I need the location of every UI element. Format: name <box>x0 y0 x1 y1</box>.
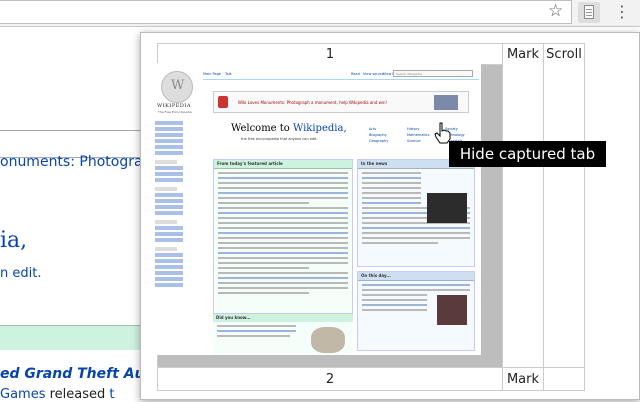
mark-button[interactable]: Mark <box>502 367 544 391</box>
thumb-banner: Wiki Loves Monuments: Photograph a monum… <box>213 91 469 113</box>
hide-captured-tab-tooltip: Hide captured tab <box>449 141 606 167</box>
thumb-tab-talk: Talk <box>225 72 232 76</box>
thumb-banner-text: Wiki Loves Monuments: Photograph a monum… <box>238 100 388 105</box>
captured-tabs-icon[interactable] <box>578 2 600 23</box>
bg-featured-header <box>0 325 150 350</box>
capture-number: 1 <box>158 44 502 65</box>
star-icon[interactable]: ☆ <box>548 1 563 21</box>
thumb-search-placeholder: Search Wikipedia <box>396 72 422 76</box>
thumb-portal: Science <box>407 139 421 143</box>
thumb-welcome: Welcome to Wikipedia, <box>231 123 347 134</box>
mark-button[interactable]: Mark <box>502 43 544 368</box>
thumb-welcome-sub: the free encyclopedia that anyone can ed… <box>241 137 318 141</box>
more-vertical-icon[interactable]: ⋮ <box>614 2 630 22</box>
captured-tabs-popup: 1 Mark Scroll 2 Mark WIKIPEDIA The Free … <box>140 32 640 400</box>
thumb-portal: Biography <box>369 133 387 137</box>
wikipedia-logo-icon <box>161 71 193 103</box>
thumb-dyk-heading: Did you know... <box>213 314 353 322</box>
thumb-wiki-subtitle: The Free Encyclopedia <box>158 110 192 114</box>
scroll-button[interactable]: Scroll <box>543 43 585 368</box>
thumb-portal: History <box>407 127 420 131</box>
bg-banner-text[interactable]: onuments: Photograp <box>0 154 151 170</box>
address-bar[interactable] <box>0 0 572 24</box>
thumb-otd-heading: On this day... <box>358 272 474 281</box>
table-row: 2 Mark <box>157 367 585 391</box>
thumb-otd-image <box>437 295 467 325</box>
thumb-portal: Arts <box>369 127 377 131</box>
thumb-tfa-heading: From today's featured article <box>214 160 352 169</box>
thumb-tab-view: View source <box>363 72 385 76</box>
thumb-search: Search Wikipedia <box>393 70 473 77</box>
thumb-portal: Mathematics <box>407 133 430 137</box>
capture-number[interactable]: 2 <box>157 367 503 391</box>
thumb-dyk-image <box>311 327 345 353</box>
thumb-portal: Geography <box>369 139 389 143</box>
thumb-sidebar <box>155 121 199 289</box>
captured-page-thumbnail[interactable]: WIKIPEDIA The Free Encyclopedia Main Pag… <box>151 63 481 355</box>
bg-edit-link[interactable]: n edit. <box>0 266 41 281</box>
thumb-welcome-prefix: Welcome to <box>231 123 293 134</box>
empty-cell <box>543 367 585 391</box>
browser-toolbar: ☆ ⋮ <box>0 0 640 27</box>
thumb-welcome-link: Wikipedia, <box>293 123 347 134</box>
thumb-tab-main: Main Page <box>203 72 221 76</box>
thumb-wiki-title: WIKIPEDIA <box>157 103 191 109</box>
thumb-news-image <box>427 193 467 223</box>
thumb-tab-read: Read <box>351 72 360 76</box>
bg-wikipedia-word[interactable]: ia, <box>0 228 27 253</box>
